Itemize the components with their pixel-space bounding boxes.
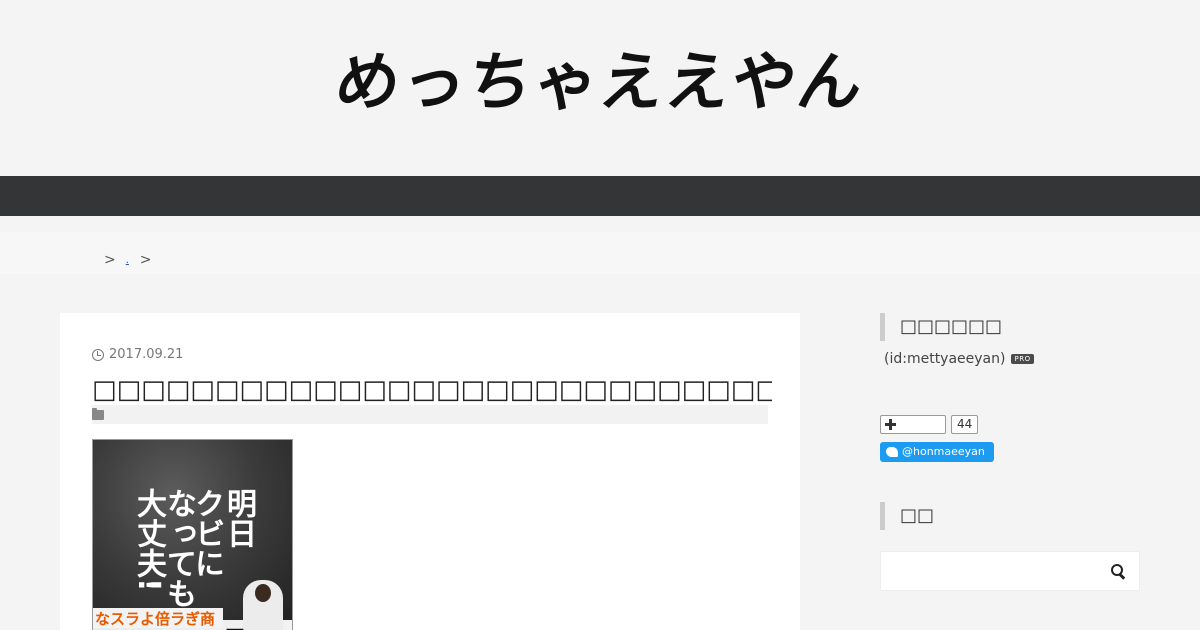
- article-card: 2017.09.21 □□□□□□□□□□□□□□□□□□□□□□□□□□□□□…: [60, 313, 800, 630]
- book-author-figure: [243, 580, 283, 630]
- breadcrumb-separator: >: [104, 252, 116, 268]
- site-title[interactable]: めっちゃええやん: [0, 38, 1200, 128]
- post-date-text: 2017.09.21: [109, 347, 184, 362]
- book-subtitle: なスラよ倍ラぎ商: [93, 608, 223, 628]
- book-cover-mark: ヨ: [223, 618, 247, 630]
- pro-badge: PRO: [1011, 354, 1034, 364]
- search-box: [880, 551, 1140, 591]
- search-heading: □□: [880, 502, 1140, 530]
- book-title-col: 大丈夫!: [131, 488, 166, 592]
- hatena-follow-button[interactable]: [880, 415, 946, 434]
- post-date: 2017.09.21: [92, 347, 183, 362]
- plus-icon: [885, 419, 896, 430]
- global-navbar: [0, 176, 1200, 216]
- twitter-follow-button[interactable]: @honmaeeyan: [880, 442, 994, 462]
- book-title-col: 明日: [221, 488, 256, 548]
- category-bar: [92, 405, 768, 424]
- site-header: めっちゃええやん: [0, 0, 1200, 176]
- breadcrumb: > . >: [104, 252, 151, 268]
- post-title[interactable]: □□□□□□□□□□□□□□□□□□□□□□□□□□□□□□□□□□□□□□□□: [92, 375, 772, 405]
- breadcrumb-bar: [0, 232, 1200, 274]
- profile-id: (id:mettyaeeyan) PRO: [884, 351, 1034, 367]
- search-icon[interactable]: [1111, 564, 1125, 578]
- breadcrumb-separator: >: [139, 252, 152, 268]
- twitter-bird-icon: [886, 447, 898, 457]
- clock-icon: [92, 348, 104, 361]
- folder-icon: [92, 408, 104, 420]
- breadcrumb-link[interactable]: .: [126, 255, 130, 266]
- book-cover-image[interactable]: 明日 クビに なっても 大丈夫! なスラよ倍ラぎ商 ヨ: [92, 439, 293, 630]
- twitter-handle: @honmaeeyan: [902, 445, 985, 458]
- search-input[interactable]: [881, 552, 1101, 590]
- follower-count: 44: [951, 415, 979, 434]
- profile-id-text[interactable]: (id:mettyaeeyan): [884, 351, 1005, 367]
- profile-heading: □□□□□□: [880, 313, 1140, 341]
